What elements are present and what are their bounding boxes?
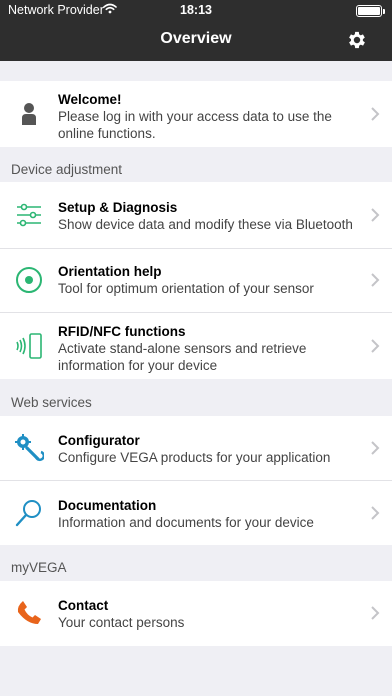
status-bar: Network Provider 18:13 xyxy=(0,0,392,20)
orientation-help-title: Orientation help xyxy=(58,264,162,279)
person-icon xyxy=(14,99,44,129)
chevron-right-icon xyxy=(371,273,380,287)
documentation-row[interactable]: Documentation Information and documents … xyxy=(0,481,392,545)
setup-diagnosis-title: Setup & Diagnosis xyxy=(58,200,178,215)
chevron-right-icon xyxy=(371,606,380,620)
documentation-title: Documentation xyxy=(58,498,157,513)
target-icon xyxy=(14,265,44,295)
documentation-subtitle: Information and documents for your devic… xyxy=(58,515,314,530)
phone-icon xyxy=(14,598,44,628)
status-time: 18:13 xyxy=(180,3,212,17)
chevron-right-icon xyxy=(371,506,380,520)
configurator-row[interactable]: Configurator Configure VEGA products for… xyxy=(0,416,392,480)
setup-diagnosis-row[interactable]: Setup & Diagnosis Show device data and m… xyxy=(0,182,392,248)
configurator-title: Configurator xyxy=(58,433,140,448)
contact-row[interactable]: Contact Your contact persons xyxy=(0,581,392,646)
sliders-icon xyxy=(14,200,44,230)
section-header-web-services: Web services xyxy=(11,395,92,410)
chevron-right-icon xyxy=(371,441,380,455)
chevron-right-icon xyxy=(371,339,380,353)
welcome-row[interactable]: Welcome! Please log in with your access … xyxy=(0,81,392,147)
gear-icon[interactable] xyxy=(346,29,368,51)
contact-subtitle: Your contact persons xyxy=(58,615,185,630)
page-title: Overview xyxy=(160,30,232,47)
welcome-title: Welcome! xyxy=(58,92,122,107)
orientation-help-row[interactable]: Orientation help Tool for optimum orient… xyxy=(0,249,392,312)
welcome-subtitle: Please log in with your access data to u… xyxy=(58,109,332,141)
configurator-subtitle: Configure VEGA products for your applica… xyxy=(58,450,331,465)
rfid-nfc-row[interactable]: RFID/NFC functions Activate stand-alone … xyxy=(0,313,392,379)
section-header-myvega: myVEGA xyxy=(11,560,67,575)
chevron-right-icon xyxy=(371,208,380,222)
wrench-gear-icon xyxy=(14,433,46,463)
chevron-right-icon xyxy=(371,107,380,121)
rfid-nfc-subtitle: Activate stand-alone sensors and retriev… xyxy=(58,341,307,373)
nfc-phone-icon xyxy=(14,331,44,361)
setup-diagnosis-subtitle: Show device data and modify these via Bl… xyxy=(58,217,353,232)
rfid-nfc-title: RFID/NFC functions xyxy=(58,324,186,339)
magnifier-icon xyxy=(14,498,44,528)
nav-bar: Overview xyxy=(0,20,392,61)
contact-title: Contact xyxy=(58,598,109,613)
orientation-help-subtitle: Tool for optimum orientation of your sen… xyxy=(58,281,314,296)
battery-icon xyxy=(356,5,385,17)
